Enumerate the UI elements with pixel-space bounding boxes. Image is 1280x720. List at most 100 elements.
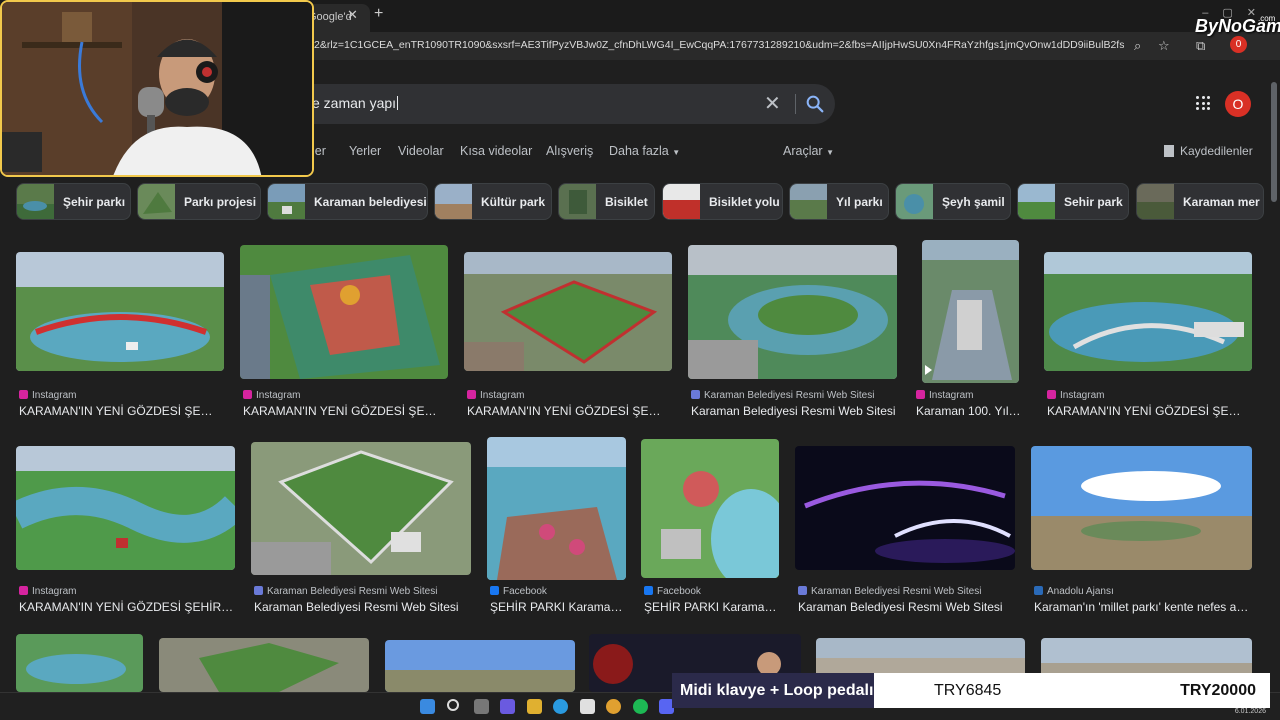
store-icon[interactable] [580, 699, 595, 714]
new-tab-icon[interactable]: + [374, 5, 383, 23]
tab-label: Google'd [308, 11, 352, 23]
tab-images-partial[interactable]: ler [312, 144, 326, 158]
result-title[interactable]: Karaman 100. Yıl ... [916, 404, 1021, 418]
chip-bisiklet-yolu[interactable]: Bisiklet yolu [662, 183, 783, 220]
bookmark-icon [1164, 145, 1174, 157]
result-source-text: Karaman Belediyesi Resmi Web Sitesi [704, 390, 875, 401]
result-thumbnail [922, 240, 1019, 383]
tab-videos[interactable]: Videolar [398, 144, 444, 158]
result-title[interactable]: KARAMAN'IN YENİ GÖZDESİ ŞEHİ... [467, 404, 667, 418]
result-source: Anadolu Ajansı [1034, 586, 1114, 597]
chip-label: Parkı projesi [184, 195, 257, 209]
tab-close-icon[interactable]: ✕ [347, 7, 358, 23]
chip-thumbnail [1018, 184, 1055, 219]
chip-thumbnail [790, 184, 827, 219]
watermark-suffix: .com [1258, 14, 1276, 23]
result-source-text: Anadolu Ajansı [1047, 586, 1114, 597]
result-title[interactable]: KARAMAN'IN YENİ GÖZDESİ ŞEHİ... [243, 404, 443, 418]
chip-sehir-parki[interactable]: Şehir parkı [16, 183, 131, 220]
result-title[interactable]: ŞEHİR PARKI Karaman... [490, 600, 625, 614]
result-thumbnail [641, 439, 779, 578]
result-title[interactable]: KARAMAN'IN YENİ GÖZDESİ ŞEHİ... [19, 404, 219, 418]
result-thumbnail [1044, 252, 1252, 371]
extensions-icon[interactable]: ⧉ [1196, 38, 1205, 54]
chip-karaman-mer[interactable]: Karaman mer [1136, 183, 1264, 220]
chip-thumbnail [559, 184, 596, 219]
windows-start-icon[interactable] [420, 699, 435, 714]
result-source: Facebook [644, 586, 701, 597]
chrome-icon[interactable] [606, 699, 621, 714]
tab-places[interactable]: Yerler [349, 144, 381, 158]
tab-shopping[interactable]: Alışveriş [546, 144, 593, 158]
chip-thumbnail [663, 184, 700, 219]
result-thumbnail [251, 442, 471, 575]
chip-seyh-samil[interactable]: Şeyh şamil [895, 183, 1011, 220]
result-source: Instagram [916, 390, 973, 401]
taskbar-date: 6.01.2026 [1234, 708, 1266, 715]
browser-profile-avatar[interactable]: 0 [1230, 36, 1247, 53]
chip-karaman-belediyesi[interactable]: Karaman belediyesi [267, 183, 428, 220]
bookmark-star-icon[interactable]: ☆ [1158, 38, 1170, 54]
result-source-text: Karaman Belediyesi Resmi Web Sitesi [811, 586, 982, 597]
search-input[interactable]: e zaman yapı [312, 95, 398, 111]
tab-short-videos[interactable]: Kısa videolar [460, 144, 532, 158]
result-thumbnail [464, 252, 672, 371]
instagram-icon [19, 390, 28, 399]
facebook-icon [644, 586, 653, 595]
result-source: Instagram [243, 390, 300, 401]
edge-icon[interactable] [553, 699, 568, 714]
chip-bisiklet[interactable]: Bisiklet [558, 183, 655, 220]
url-text[interactable]: 2&rlz=1C1GCEA_enTR1090TR1090&sxsrf=AE3Ti… [314, 39, 1124, 51]
google-account-avatar[interactable]: O [1225, 91, 1251, 117]
chip-label: Yıl parkı [836, 195, 883, 209]
search-icon[interactable] [804, 93, 826, 115]
result-title[interactable]: KARAMAN'IN YENİ GÖZDESİ ŞEHİR P... [19, 600, 234, 614]
result-source-text: Instagram [1060, 390, 1105, 401]
webcam-overlay [0, 0, 314, 177]
spotify-icon[interactable] [633, 699, 648, 714]
chip-label: Sehir park [1064, 195, 1123, 209]
result-thumbnail [240, 245, 448, 379]
chip-label: Bisiklet yolu [709, 195, 780, 209]
zoom-icon[interactable]: ⌕ [1134, 38, 1141, 54]
result-source: Instagram [1047, 390, 1104, 401]
promo-label: Midi klavye + Loop pedalı [672, 673, 874, 708]
tools-button[interactable]: Araçlar ▼ [783, 144, 834, 158]
result-thumbnail [1031, 446, 1252, 570]
chip-thumbnail [138, 184, 175, 219]
result-title[interactable]: Karaman'ın 'millet parkı' kente nefes al… [1034, 600, 1249, 614]
clear-icon[interactable]: ✕ [764, 91, 781, 116]
result-thumbnail [385, 640, 575, 692]
tab-more[interactable]: Daha fazla ▼ [609, 144, 680, 158]
scrollbar-thumb[interactable] [1271, 82, 1277, 202]
result-title[interactable]: KARAMAN'IN YENİ GÖZDESİ ŞEHİ... [1047, 404, 1247, 418]
karaman-belediyesi-icon [254, 586, 263, 595]
chip-kultur-park[interactable]: Kültür park [434, 183, 552, 220]
taskbar-search-icon[interactable] [447, 699, 459, 711]
tools-label: Araçlar [783, 144, 823, 158]
chip-yil-parki[interactable]: Yıl parkı [789, 183, 889, 220]
task-view-icon[interactable] [474, 699, 489, 714]
result-title[interactable]: Karaman Belediyesi Resmi Web Sitesi [691, 404, 896, 418]
karaman-belediyesi-icon [798, 586, 807, 595]
copilot-icon[interactable] [500, 699, 515, 714]
result-thumbnail [795, 446, 1015, 570]
result-thumbnail [16, 252, 224, 371]
google-apps-icon[interactable] [1196, 96, 1210, 110]
search-box[interactable]: e zaman yapı ✕ [290, 84, 835, 124]
saved-button[interactable]: Kaydedilenler [1164, 144, 1253, 158]
result-title[interactable]: Karaman Belediyesi Resmi Web Sitesi [798, 600, 1013, 614]
facebook-icon [490, 586, 499, 595]
result-source: Karaman Belediyesi Resmi Web Sitesi [798, 586, 981, 597]
result-source: Instagram [19, 586, 76, 597]
page-scrollbar[interactable] [1270, 70, 1278, 680]
result-thumbnail [487, 437, 626, 580]
result-title[interactable]: ŞEHİR PARKI Karaman... [644, 600, 779, 614]
promo-banner: Midi klavye + Loop pedalı TRY6845 TRY200… [672, 673, 1270, 708]
chip-sehir-park[interactable]: Sehir park [1017, 183, 1129, 220]
chip-parki-projesi[interactable]: Parkı projesi [137, 183, 261, 220]
result-title[interactable]: Karaman Belediyesi Resmi Web Sitesi [254, 600, 469, 614]
screen: Google'd ✕ + –▢✕ 2&rlz=1C1GCEA_enTR1090T… [0, 0, 1280, 720]
instagram-icon [916, 390, 925, 399]
file-explorer-icon[interactable] [527, 699, 542, 714]
